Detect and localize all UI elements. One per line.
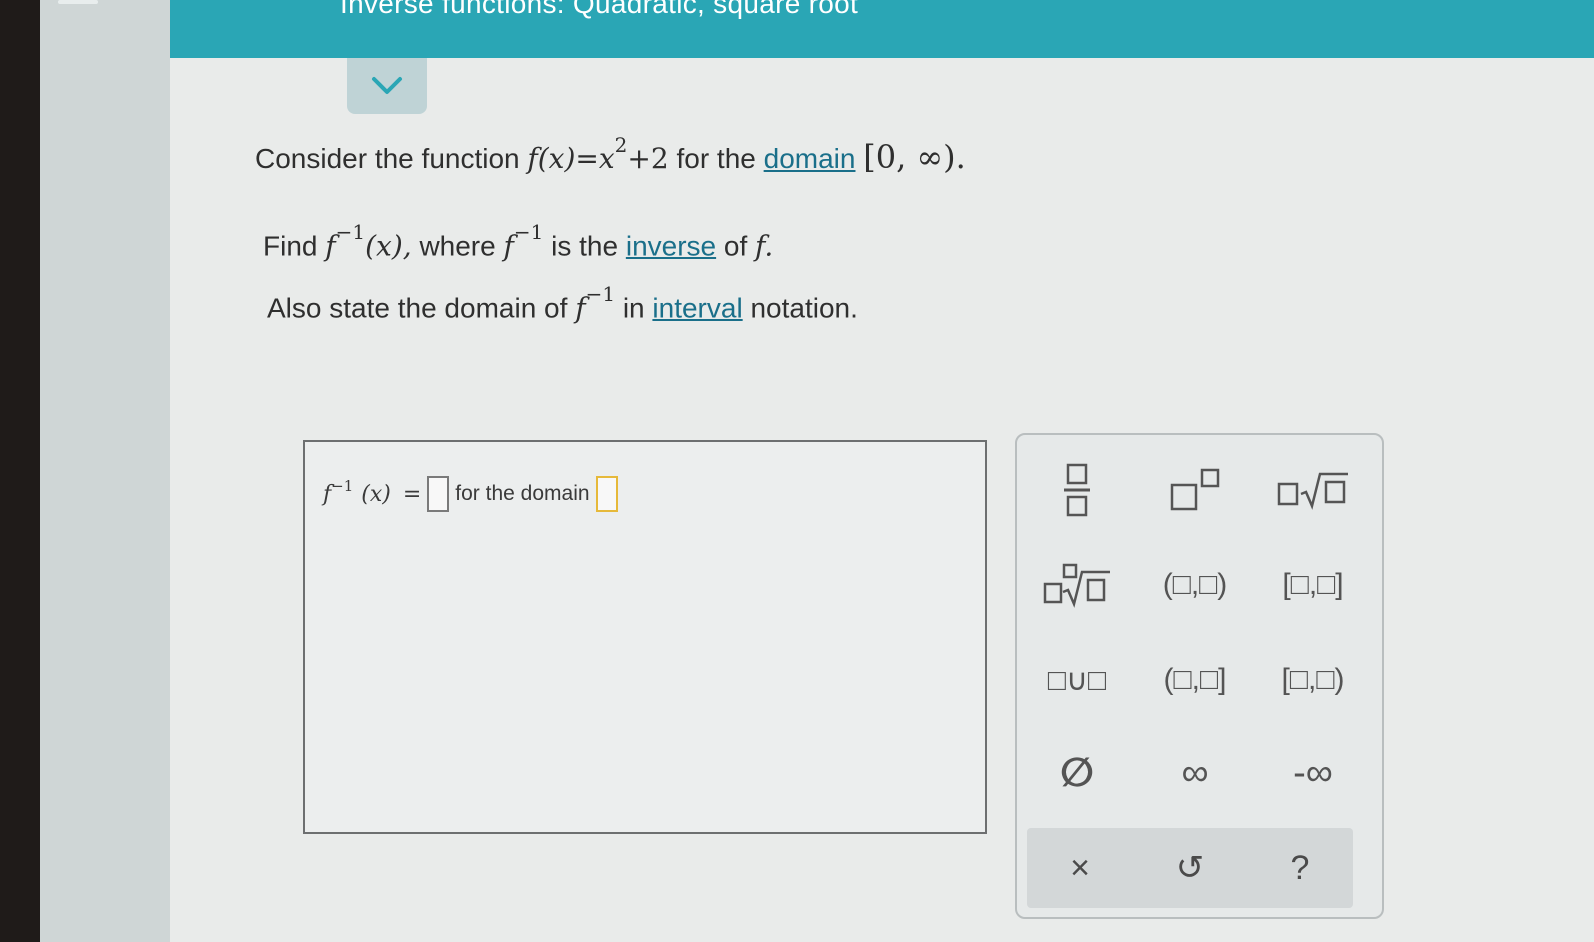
function-symbol: f <box>575 291 586 325</box>
equals-sign: = <box>402 481 422 507</box>
exponent-key[interactable] <box>1140 460 1250 520</box>
domain-link[interactable]: domain <box>764 143 856 174</box>
question-text: is the <box>551 230 619 262</box>
left-open-interval-key[interactable]: (□,□] <box>1140 650 1250 710</box>
math-keypad: (□,□) [□,□] □∪□ (□,□] [□,□) ∅ ∞ -∞ × ↺ ? <box>1015 433 1384 919</box>
left-sidebar <box>40 0 180 942</box>
function-symbol: f <box>503 229 514 263</box>
question-text: Also state the domain of <box>267 292 568 324</box>
nth-root-icon <box>1043 563 1110 608</box>
argument-x: (x), <box>365 229 412 263</box>
question-text: Consider the function <box>255 143 520 174</box>
closed-interval-key[interactable]: [□,□] <box>1258 555 1368 615</box>
keypad-action-bar: × ↺ ? <box>1027 828 1353 908</box>
square-root-key[interactable] <box>1258 460 1368 520</box>
question-text: in <box>622 292 645 324</box>
chevron-down-icon <box>372 77 402 94</box>
question-line-1: Consider the function f(x)=x2+2 for the … <box>255 133 966 176</box>
exponent-icon <box>1170 468 1220 511</box>
equals-sign: = <box>575 142 599 175</box>
fraction-key[interactable] <box>1022 460 1132 520</box>
undo-button[interactable]: ↺ <box>1140 828 1240 908</box>
question-text: of <box>723 230 748 262</box>
variable-x: x <box>598 142 615 175</box>
open-interval-key[interactable]: (□,□) <box>1140 555 1250 615</box>
domain-input[interactable] <box>595 476 618 512</box>
fraction-icon <box>1064 463 1090 517</box>
question-text: notation. <box>750 292 858 324</box>
constant-term: +2 <box>627 142 669 175</box>
inverse-function-input[interactable] <box>427 476 450 512</box>
function-notation: f(x) <box>527 142 576 175</box>
argument-x: (x) <box>361 481 391 507</box>
inverse-link[interactable]: inverse <box>626 230 716 261</box>
help-button[interactable]: ? <box>1250 828 1350 908</box>
right-open-interval-key[interactable]: [□,□) <box>1258 650 1368 710</box>
union-key[interactable]: □∪□ <box>1022 650 1132 710</box>
answer-expression: f −1 (x) = for the domain <box>323 476 624 512</box>
question-text: for the <box>676 143 756 174</box>
collapse-toggle-button[interactable] <box>347 58 427 114</box>
square-root-icon <box>1277 472 1348 510</box>
inverse-exponent: −1 <box>335 220 366 244</box>
negative-infinity-key[interactable]: -∞ <box>1258 743 1368 803</box>
question-text: where <box>419 230 496 262</box>
nth-root-key[interactable] <box>1022 555 1132 615</box>
question-line-2: Find f−1(x), where f−1 is the inverse of… <box>263 220 774 263</box>
function-symbol: f <box>325 229 336 263</box>
inverse-exponent: −1 <box>513 220 544 244</box>
inverse-exponent: −1 <box>585 282 616 306</box>
page-title: Inverse functions: Quadratic, square roo… <box>340 0 859 19</box>
inverse-exponent: −1 <box>331 477 354 495</box>
interval-link[interactable]: interval <box>652 292 742 323</box>
function-symbol: f <box>323 481 332 507</box>
function-symbol: f. <box>755 229 774 263</box>
domain-label: for the domain <box>455 482 590 505</box>
answer-area[interactable]: f −1 (x) = for the domain <box>303 440 987 834</box>
clear-button[interactable]: × <box>1030 828 1130 908</box>
exponent: 2 <box>614 132 628 157</box>
page-content: Inverse functions: Quadratic, square roo… <box>58 0 1594 942</box>
header-bar: Inverse functions: Quadratic, square roo… <box>58 0 1594 58</box>
question-line-3: Also state the domain of f−1 in interval… <box>267 282 858 325</box>
empty-set-key[interactable]: ∅ <box>1022 743 1132 803</box>
menu-icon[interactable] <box>58 0 98 4</box>
question-text: Find <box>263 230 318 262</box>
domain-interval: [0, ∞). <box>863 138 966 176</box>
infinity-key[interactable]: ∞ <box>1140 743 1250 803</box>
